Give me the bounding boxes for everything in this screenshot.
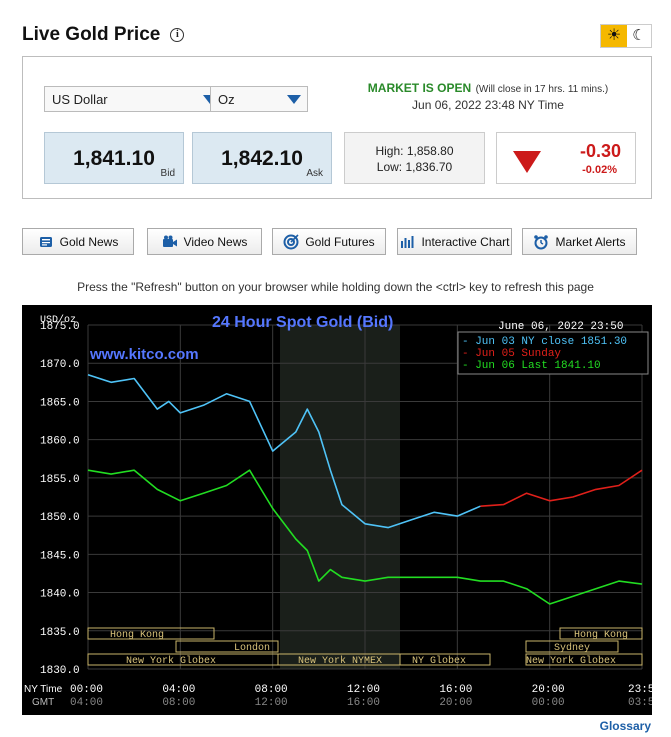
change-box: -0.30 -0.02% — [496, 132, 636, 184]
session-label: Hong Kong — [574, 630, 628, 641]
chart-svg: Hong Kong London New York Globex New York N… — [24, 314, 652, 709]
x-gmt-axis-label: GMT — [32, 697, 54, 708]
x-ny-tick-label: 16:00 — [439, 684, 472, 696]
y-tick-label: 1860.0 — [40, 436, 80, 448]
refresh-note: Press the "Refresh" button on your brows… — [77, 280, 594, 294]
x-gmt-tick-label: 12:00 — [255, 697, 288, 709]
y-tick-label: 1830.0 — [40, 665, 80, 677]
high-value: High: 1,858.80 — [375, 144, 454, 158]
unit-value: Oz — [218, 92, 235, 107]
x-ny-tick-label: 20:00 — [532, 684, 565, 696]
down-arrow-icon — [513, 151, 541, 173]
page-title: Live Gold Price — [22, 24, 161, 45]
session-label: NY Globex — [412, 655, 466, 667]
y-tick-label: 1835.0 — [40, 627, 80, 639]
session-label: Sydney — [554, 642, 590, 654]
target-icon — [283, 233, 299, 249]
title-row: Live Gold Price i — [22, 24, 185, 46]
info-icon[interactable]: i — [170, 28, 185, 42]
x-ny-tick-label: 04:00 — [162, 684, 195, 696]
x-gmt-tick-label: 20:00 — [439, 697, 472, 709]
market-open-label: MARKET IS OPEN — [367, 81, 472, 95]
moon-icon[interactable]: ☾ — [627, 25, 651, 47]
currency-value: US Dollar — [52, 92, 108, 107]
x-ny-tick-label: 12:00 — [347, 684, 380, 696]
bid-label: Bid — [160, 168, 175, 179]
gold-futures-button[interactable]: Gold Futures — [272, 228, 386, 255]
low-value: Low: 1,836.70 — [376, 160, 453, 174]
currency-select[interactable]: US Dollar — [44, 86, 224, 112]
y-tick-label: 1845.0 — [40, 550, 80, 562]
gold-futures-label: Gold Futures — [305, 234, 375, 249]
bid-price-box: 1,841.10 Bid — [44, 132, 184, 184]
session-label: Hong Kong — [110, 630, 164, 641]
market-alerts-button[interactable]: Market Alerts — [522, 228, 637, 255]
session-label: New York NYMEX — [298, 655, 382, 667]
y-tick-label: 1870.0 — [40, 359, 80, 371]
x-gmt-tick-label: 16:00 — [347, 697, 380, 709]
market-timestamp: Jun 06, 2022 23:48 NY Time — [412, 98, 564, 112]
session-label: London — [234, 642, 270, 654]
high-low-box: High: 1,858.80 Low: 1,836.70 — [344, 132, 485, 184]
market-status: MARKET IS OPEN (Will close in 17 hrs. 11… — [323, 79, 653, 112]
x-ny-tick-label: 08:00 — [255, 684, 288, 696]
bar-chart-icon — [401, 235, 414, 248]
x-ny-axis-label: NY Time — [24, 684, 63, 695]
session-label: New York Globex — [526, 655, 616, 667]
x-ny-tick-label: 00:00 — [70, 684, 103, 696]
x-gmt-tick-label: 03:59 — [628, 697, 652, 709]
gold-news-button[interactable]: Gold News — [22, 228, 134, 255]
legend-jun06: - Jun 06 Last 1841.10 — [462, 360, 601, 372]
video-camera-icon — [162, 235, 177, 247]
chart-unit-label: USD/oz — [40, 314, 76, 326]
video-news-button[interactable]: Video News — [147, 228, 262, 255]
session-label: New York Globex — [126, 655, 216, 667]
y-tick-label: 1840.0 — [40, 589, 80, 601]
chart-watermark: www.kitco.com — [89, 346, 199, 363]
y-tick-label: 1850.0 — [40, 512, 80, 524]
x-gmt-tick-label: 00:00 — [532, 697, 565, 709]
sun-icon[interactable]: ☀ — [601, 25, 627, 47]
interactive-chart-button[interactable]: Interactive Chart — [397, 228, 512, 255]
y-tick-label: 1855.0 — [40, 474, 80, 486]
legend-jun05: - Jun 05 Sunday — [462, 348, 561, 360]
change-percent: -0.02% — [582, 164, 617, 176]
x-gmt-tick-label: 04:00 — [70, 697, 103, 709]
change-value: -0.30 — [579, 141, 621, 161]
market-close-note: (Will close in 17 hrs. 11 mins.) — [475, 84, 609, 95]
newspaper-icon — [39, 236, 52, 247]
market-alerts-label: Market Alerts — [555, 234, 626, 249]
x-ny-tick-label: 23:59 — [628, 684, 652, 696]
video-news-label: Video News — [183, 234, 248, 249]
gold-price-chart: Hong Kong London New York Globex New York N… — [22, 305, 652, 715]
chart-title: 24 Hour Spot Gold (Bid) — [212, 314, 393, 331]
interactive-chart-label: Interactive Chart — [421, 234, 510, 249]
ask-label: Ask — [306, 168, 323, 179]
alarm-clock-icon — [534, 234, 549, 249]
x-gmt-tick-label: 08:00 — [162, 697, 195, 709]
gold-news-label: Gold News — [59, 234, 119, 249]
ask-price-box: 1,842.10 Ask — [192, 132, 332, 184]
series-line-1 — [480, 469, 643, 507]
chart-date-label: June 06, 2022 23:50 — [498, 321, 623, 333]
y-tick-label: 1865.0 — [40, 397, 80, 409]
glossary-link[interactable]: Glossary — [600, 719, 651, 733]
unit-select[interactable]: Oz — [210, 86, 308, 112]
chevron-down-icon[interactable] — [281, 87, 307, 111]
theme-toggle[interactable]: ☀ ☾ — [600, 24, 652, 48]
legend-jun03: - Jun 03 NY close 1851.30 — [462, 336, 627, 348]
price-panel: US Dollar Oz MARKET IS OPEN (Will close … — [22, 56, 652, 199]
